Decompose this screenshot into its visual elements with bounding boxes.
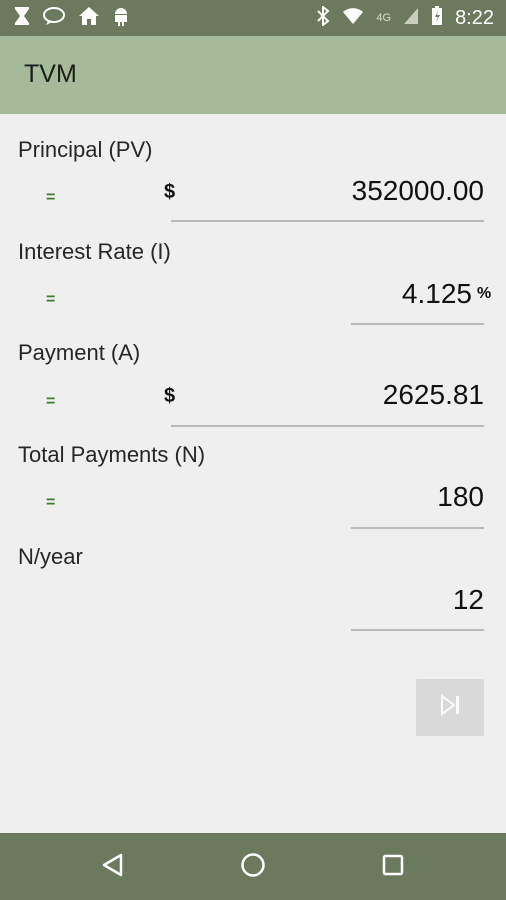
home-icon bbox=[78, 6, 100, 31]
interest-rate-label: Interest Rate (I) bbox=[18, 239, 171, 264]
home-circle-icon bbox=[240, 852, 266, 883]
status-bar: 4G 8:22 bbox=[0, 0, 506, 36]
percent-symbol: % bbox=[477, 285, 492, 302]
interest-rate-equals-button[interactable]: = bbox=[46, 291, 55, 309]
navigation-bar bbox=[0, 833, 506, 900]
total-payments-input[interactable]: 180 bbox=[437, 481, 484, 513]
payment-label: Payment (A) bbox=[18, 340, 141, 365]
principal-input-underline bbox=[171, 220, 484, 222]
interest-rate-input-underline bbox=[351, 323, 484, 325]
periods-per-year-label: N/year bbox=[18, 544, 83, 569]
recents-button[interactable] bbox=[377, 851, 409, 883]
principal-equals-button[interactable]: = bbox=[46, 189, 55, 207]
periods-per-year-input-underline bbox=[351, 629, 484, 631]
recents-icon bbox=[380, 852, 406, 883]
battery-icon bbox=[431, 5, 443, 31]
payment-currency-symbol: $ bbox=[164, 385, 176, 407]
payment-input[interactable]: 2625.81 bbox=[383, 379, 484, 411]
back-icon bbox=[100, 852, 126, 883]
total-payments-equals-button[interactable]: = bbox=[46, 494, 55, 512]
payment-input-underline bbox=[171, 425, 484, 427]
wifi-icon bbox=[342, 7, 364, 30]
total-payments-label: Total Payments (N) bbox=[18, 442, 206, 467]
home-button[interactable] bbox=[237, 851, 269, 883]
interest-rate-input[interactable]: 4.125 bbox=[402, 278, 472, 310]
clock-time: 8:22 bbox=[455, 6, 494, 29]
total-payments-input-underline bbox=[351, 527, 484, 529]
skip-next-icon bbox=[438, 693, 462, 722]
periods-per-year-input[interactable]: 12 bbox=[453, 584, 484, 616]
app-title: TVM bbox=[24, 60, 77, 88]
android-icon bbox=[112, 6, 130, 31]
bluetooth-icon bbox=[316, 4, 330, 31]
principal-label: Principal (PV) bbox=[18, 137, 153, 162]
network-type: 4G bbox=[376, 12, 392, 24]
principal-currency-symbol: $ bbox=[164, 181, 176, 203]
back-button[interactable] bbox=[97, 851, 129, 883]
skip-next-button[interactable] bbox=[416, 679, 484, 736]
signal-icon bbox=[403, 7, 419, 30]
principal-input[interactable]: 352000.00 bbox=[352, 175, 484, 207]
chat-icon bbox=[42, 6, 66, 31]
app-bar: TVM bbox=[0, 36, 506, 114]
payment-equals-button[interactable]: = bbox=[46, 393, 55, 411]
hourglass-icon bbox=[14, 6, 30, 31]
